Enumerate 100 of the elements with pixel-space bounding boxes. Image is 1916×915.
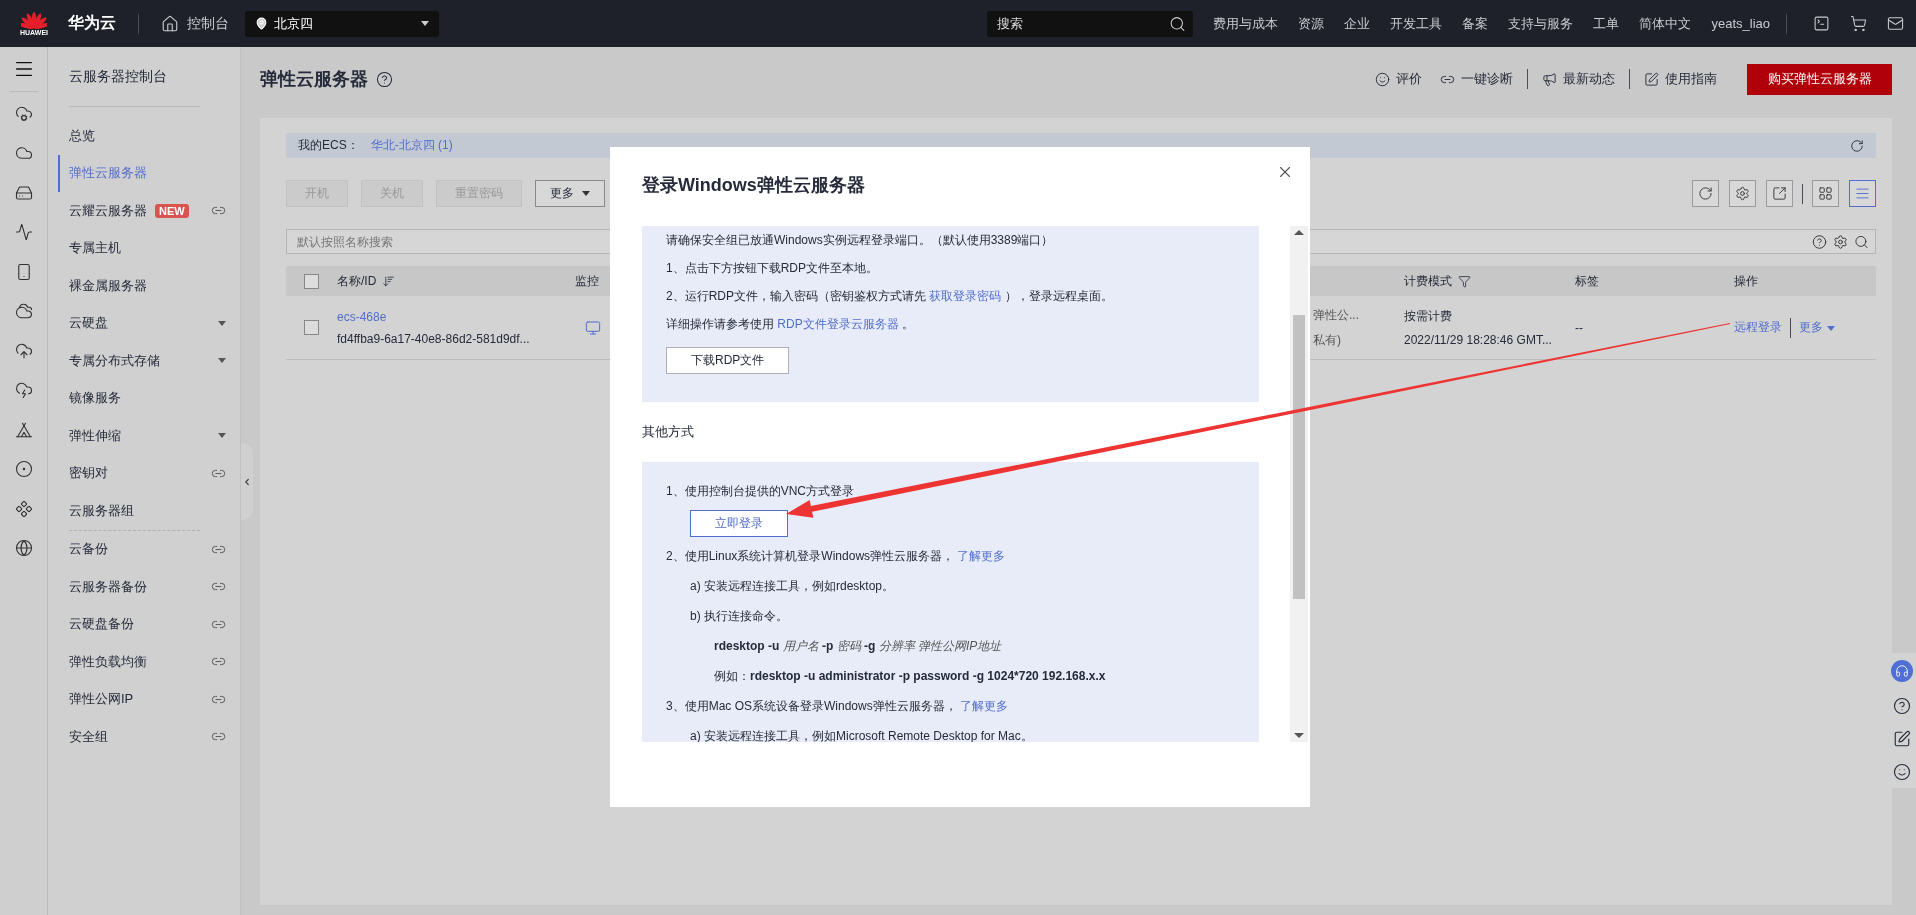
link[interactable]: RDP文件登录云服务器	[777, 316, 899, 331]
sidebar-item[interactable]: 弹性伸缩	[58, 417, 236, 455]
sidebar-item[interactable]: 云备份	[58, 530, 236, 568]
caret-icon	[582, 191, 590, 196]
link[interactable]: 了解更多	[957, 548, 1006, 563]
header-action[interactable]: 评价	[1375, 70, 1422, 88]
grid-icon	[1818, 186, 1833, 201]
nav-link[interactable]: 企业	[1344, 14, 1371, 33]
nav-link[interactable]: 简体中文	[1639, 14, 1692, 33]
instruction-text: 1、使用控制台提供的VNC方式登录	[666, 482, 854, 500]
export-icon	[1772, 186, 1787, 201]
region-select[interactable]: 北京四	[245, 10, 439, 37]
circle-icon	[14, 460, 33, 479]
sidebar-item[interactable]: 裸金属服务器	[58, 267, 236, 305]
feedback-icon	[1893, 729, 1911, 748]
instruction-text: a) 安装远程连接工具，例如Microsoft Remote Desktop for Mac。	[690, 727, 1033, 742]
column-header: 标签	[1575, 272, 1599, 290]
help-icon	[1812, 234, 1827, 249]
sidebar-item[interactable]: 云服务器备份	[58, 568, 236, 606]
new-badge: NEW	[155, 203, 189, 218]
column-header: 操作	[1734, 272, 1758, 290]
instruction-text: 3、使用Mac OS系统设备登录Windows弹性云服务器， 了解更多	[666, 697, 1009, 715]
link[interactable]: 了解更多	[960, 698, 1009, 713]
header-action[interactable]: 一键诊断	[1440, 70, 1513, 88]
sidebar-item[interactable]: 弹性负载均衡	[58, 643, 236, 681]
checkbox[interactable]	[304, 320, 319, 335]
table-cell-text: --	[1575, 320, 1584, 335]
caret-icon	[218, 433, 226, 439]
buy-button[interactable]: 购买弹性云服务器	[1747, 63, 1892, 95]
instruction-text: 详细操作请参考使用 RDP文件登录云服务器 。	[666, 315, 915, 333]
sidebar-item[interactable]: 总览	[58, 117, 236, 155]
sort-icon	[382, 274, 396, 288]
refresh-icon	[1850, 138, 1864, 153]
table-cell-text: fd4ffba9-6a17-40e8-86d2-581d9df...	[337, 331, 531, 346]
link[interactable]: 获取登录密码	[929, 288, 1002, 303]
settings-button[interactable]	[1729, 180, 1756, 207]
user-name[interactable]: yeats_liao	[1711, 16, 1770, 31]
smile-icon	[1375, 71, 1390, 87]
list-icon	[1855, 186, 1870, 201]
column-header: 名称/ID	[337, 272, 377, 290]
column-header: 监控	[575, 272, 599, 290]
scrollbar[interactable]	[1290, 226, 1308, 742]
refresh-button[interactable]	[1692, 180, 1719, 207]
sidebar-item[interactable]: 云硬盘备份	[58, 605, 236, 643]
instruction-text: 请确保安全组已放通Windows实例远程登录端口。（默认使用3389端口）	[666, 231, 1054, 249]
instruction-text: rdesktop -u 用户名 -p 密码 -g 分辨率 弹性公网IP地址	[714, 637, 1002, 655]
nav-link[interactable]: 费用与成本	[1213, 14, 1279, 33]
tent-icon	[14, 420, 33, 439]
cloud-icon	[14, 104, 33, 123]
nav-link[interactable]: 备案	[1462, 14, 1489, 33]
instruction-text: 例如：rdesktop -u administrator -p password -g 1024*720 192.168.x.x	[714, 667, 1106, 685]
nav-link[interactable]: 资源	[1298, 14, 1325, 33]
globe-icon	[14, 539, 33, 558]
collapse-handle[interactable]	[241, 443, 253, 520]
instruction-text: b) 执行连接命令。	[690, 607, 788, 625]
instruction-text: 1、点击下方按钮下载RDP文件至本地。	[666, 259, 878, 277]
table-cell-text: 私有)	[1313, 331, 1342, 349]
sidebar-item[interactable]: 云服务器组	[58, 492, 236, 530]
list-view-button[interactable]	[1849, 180, 1876, 207]
caret-icon	[218, 320, 226, 326]
edit-icon	[1644, 71, 1659, 87]
sidebar-item[interactable]: 弹性公网IP	[58, 680, 236, 718]
headset-icon	[1895, 664, 1909, 679]
brand-name: 华为云	[68, 13, 116, 33]
sidebar-item[interactable]: 镜像服务	[58, 379, 236, 417]
nav-link[interactable]: 支持与服务	[1508, 14, 1574, 33]
checkbox[interactable]	[304, 273, 319, 289]
toolbar-button[interactable]: 更多	[535, 180, 605, 207]
summary-label: 我的ECS：	[298, 137, 359, 154]
monitor-icon	[585, 319, 601, 336]
console-link[interactable]: 控制台	[161, 14, 229, 33]
megaphone-icon	[1542, 71, 1557, 87]
caret-icon	[218, 358, 226, 364]
support-button[interactable]	[1891, 660, 1913, 683]
help-icon	[1893, 697, 1911, 716]
sidebar-item[interactable]: 安全组	[58, 718, 236, 756]
pin-icon	[255, 17, 268, 30]
wave-icon	[14, 223, 33, 242]
header-action[interactable]: 最新动态	[1542, 70, 1615, 88]
section-heading: 其他方式	[642, 423, 695, 441]
search-field[interactable]: 搜索	[987, 10, 1194, 37]
download-button[interactable]: 下载RDP文件	[666, 346, 790, 374]
nav-link[interactable]: 工单	[1593, 14, 1620, 33]
mail-icon	[1887, 15, 1904, 32]
login-button[interactable]: 立即登录	[690, 510, 788, 537]
sidebar-item[interactable]: 云耀云服务器 NEW	[58, 192, 236, 230]
sidebar-item[interactable]: 云硬盘	[58, 304, 236, 342]
settings-icon	[1735, 186, 1750, 201]
sidebar-item[interactable]: 密钥对	[58, 454, 236, 492]
grid-view-button[interactable]	[1812, 180, 1839, 207]
sidebar-item[interactable]: 专属分布式存储	[58, 342, 236, 380]
sidebar-item[interactable]: 专属主机	[58, 229, 236, 267]
nav-link[interactable]: 开发工具	[1390, 14, 1443, 33]
header-action[interactable]: 使用指南	[1644, 70, 1717, 88]
export-button[interactable]	[1766, 180, 1793, 207]
instruction-text: a) 安装远程连接工具，例如rdesktop。	[690, 577, 895, 595]
home-icon	[161, 14, 179, 33]
caret-icon	[421, 21, 429, 26]
cloud-upload-icon	[14, 341, 33, 360]
page-title: 弹性云服务器	[260, 68, 368, 91]
